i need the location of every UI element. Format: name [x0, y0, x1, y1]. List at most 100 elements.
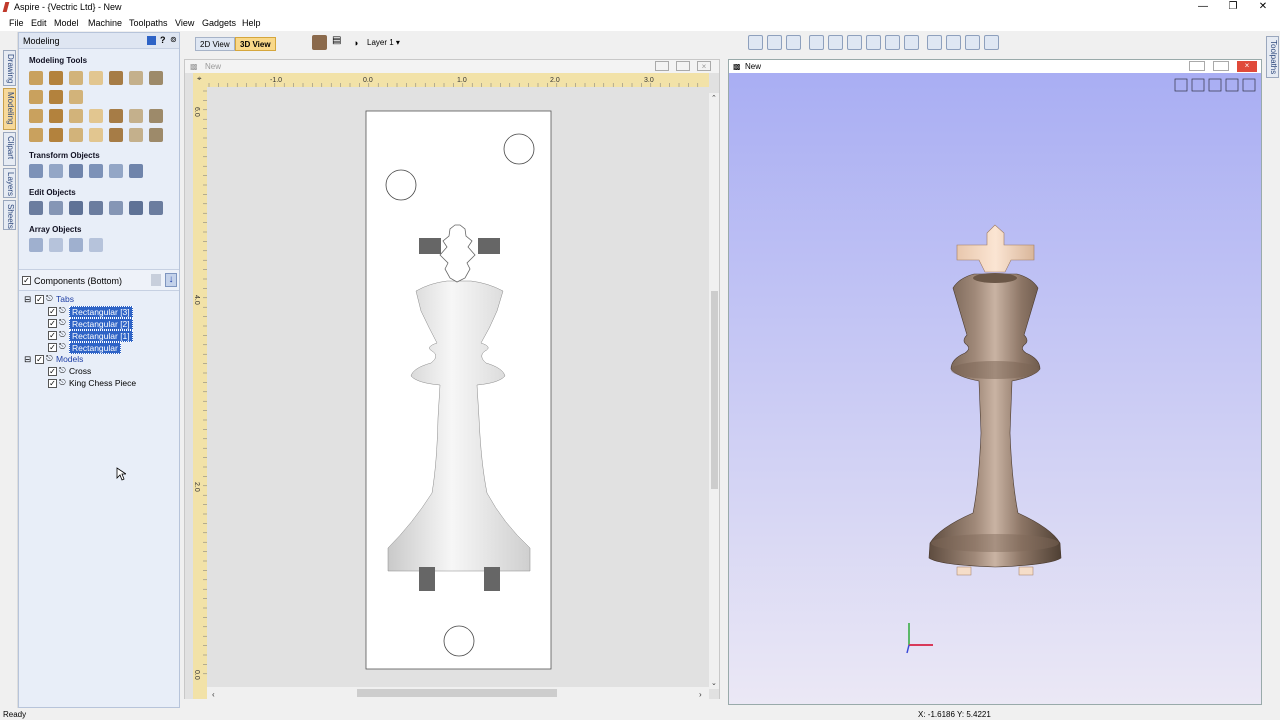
menu-edit[interactable]: Edit — [31, 18, 47, 28]
modeling-tools-tool-icon[interactable] — [29, 90, 43, 104]
move-down-icon[interactable]: ↓ — [165, 273, 177, 287]
modeling-tools-tool-icon[interactable] — [109, 109, 123, 123]
menu-file[interactable]: File — [9, 18, 24, 28]
view-tool-icon[interactable] — [885, 35, 900, 50]
view-tool-icon[interactable] — [748, 35, 763, 50]
item-checkbox[interactable]: ✓ — [48, 319, 57, 328]
2d-horizontal-scroll-thumb[interactable] — [357, 689, 557, 697]
scroll-left-icon[interactable]: ‹ — [212, 690, 215, 699]
menu-model[interactable]: Model — [54, 18, 79, 28]
modeling-tools-tool-icon[interactable] — [69, 128, 83, 142]
tab-rectangular-2[interactable] — [478, 238, 500, 254]
view-tool-icon[interactable] — [828, 35, 843, 50]
edit-tools-tool-icon[interactable] — [89, 201, 103, 215]
paint-roller-icon[interactable]: ▤ — [332, 35, 347, 50]
transform-tools-tool-icon[interactable] — [69, 164, 83, 178]
edit-tools-tool-icon[interactable] — [129, 201, 143, 215]
layer-selector[interactable]: Layer 1 ▾ — [367, 38, 400, 47]
tab-clipart[interactable]: Clipart — [3, 132, 16, 166]
scroll-down-icon[interactable]: ⌄ — [711, 680, 717, 687]
3d-close-icon[interactable]: × — [1237, 61, 1257, 72]
2d-close-icon[interactable]: × — [697, 61, 711, 71]
edit-tools-tool-icon[interactable] — [69, 201, 83, 215]
view-tool-icon[interactable] — [866, 35, 881, 50]
view-tool-icon[interactable] — [904, 35, 919, 50]
transform-tools-tool-icon[interactable] — [29, 164, 43, 178]
2d-restore-icon[interactable] — [676, 61, 690, 71]
edit-tools-tool-icon[interactable] — [29, 201, 43, 215]
modeling-tools-tool-icon[interactable] — [129, 71, 143, 85]
edit-tools-tool-icon[interactable] — [49, 201, 63, 215]
tab-rectangular-1[interactable] — [419, 567, 435, 591]
array-tools-tool-icon[interactable] — [29, 238, 43, 252]
view-tool-icon[interactable] — [809, 35, 824, 50]
modeling-tools-tool-icon[interactable] — [29, 109, 43, 123]
modeling-tools-tool-icon[interactable] — [89, 71, 103, 85]
item-checkbox[interactable]: ✓ — [48, 343, 57, 352]
tab-2d-view[interactable]: 2D View — [195, 37, 235, 51]
array-tools-tool-icon[interactable] — [89, 238, 103, 252]
scroll-up-icon[interactable]: ⌃ — [711, 95, 717, 102]
tab-toolpaths[interactable]: Toolpaths — [1266, 36, 1279, 78]
modeling-tools-tool-icon[interactable] — [69, 109, 83, 123]
view-tool-icon[interactable] — [847, 35, 862, 50]
modeling-tools-tool-icon[interactable] — [69, 90, 83, 104]
modeling-tools-tool-icon[interactable] — [49, 90, 63, 104]
tab-drawing[interactable]: Drawing — [3, 50, 16, 86]
menu-machine[interactable]: Machine — [88, 18, 122, 28]
view-tool-icon[interactable] — [767, 35, 782, 50]
array-tools-tool-icon[interactable] — [49, 238, 63, 252]
item-checkbox[interactable]: ✓ — [48, 307, 57, 316]
modeling-tools-tool-icon[interactable] — [29, 71, 43, 85]
pin-icon[interactable]: ⊚ — [170, 35, 177, 44]
group-checkbox[interactable]: ✓ — [35, 295, 44, 304]
transform-tools-tool-icon[interactable] — [49, 164, 63, 178]
2d-minimize-icon[interactable] — [655, 61, 669, 71]
modeling-tools-tool-icon[interactable] — [149, 71, 163, 85]
menu-help[interactable]: Help — [242, 18, 261, 28]
restore-icon[interactable]: ❐ — [1218, 0, 1248, 14]
expand-icon[interactable]: ⊟ — [24, 294, 31, 305]
item-checkbox[interactable]: ✓ — [48, 379, 57, 388]
minimize-icon[interactable]: — — [1188, 0, 1218, 14]
2d-canvas[interactable]: -1.0 0.0 1.0 2.0 3.0 6.0 4.0 2.0 0.0 ⌖ ⌃ ⌄ ‹ › — [185, 73, 719, 699]
2d-vertical-scroll-thumb[interactable] — [711, 291, 718, 489]
view-tool-icon[interactable] — [984, 35, 999, 50]
menu-view[interactable]: View — [175, 18, 194, 28]
transform-tools-tool-icon[interactable] — [89, 164, 103, 178]
tab-modeling[interactable]: Modeling — [3, 88, 16, 130]
tab-rectangular-3[interactable] — [419, 238, 441, 254]
modeling-tools-tool-icon[interactable] — [49, 71, 63, 85]
expand-icon[interactable]: ⊟ — [24, 354, 31, 365]
menu-toolpaths[interactable]: Toolpaths — [129, 18, 168, 28]
3d-restore-icon[interactable] — [1213, 61, 1229, 71]
component-menu-icon[interactable] — [151, 274, 161, 286]
tree-item[interactable]: ✓ ⎋ King Chess Piece — [19, 377, 179, 391]
close-icon[interactable]: ✕ — [1248, 0, 1278, 14]
menu-gadgets[interactable]: Gadgets — [202, 18, 236, 28]
scroll-right-icon[interactable]: › — [699, 690, 702, 699]
modeling-tools-tool-icon[interactable] — [129, 128, 143, 142]
modeling-tools-tool-icon[interactable] — [109, 128, 123, 142]
group-checkbox[interactable]: ✓ — [35, 355, 44, 364]
edit-tools-tool-icon[interactable] — [109, 201, 123, 215]
modeling-tools-tool-icon[interactable] — [69, 71, 83, 85]
tab-3d-view[interactable]: 3D View — [235, 37, 276, 51]
modeling-tools-tool-icon[interactable] — [89, 109, 103, 123]
item-checkbox[interactable]: ✓ — [48, 331, 57, 340]
modeling-tools-tool-icon[interactable] — [149, 128, 163, 142]
array-tools-tool-icon[interactable] — [69, 238, 83, 252]
modeling-tools-tool-icon[interactable] — [29, 128, 43, 142]
material-icon[interactable] — [312, 35, 327, 50]
components-checkbox[interactable]: ✓ — [22, 276, 31, 285]
view-tool-icon[interactable] — [786, 35, 801, 50]
modeling-tools-tool-icon[interactable] — [109, 71, 123, 85]
view-tool-icon[interactable] — [927, 35, 942, 50]
tab-rectangular[interactable] — [484, 567, 500, 591]
tab-sheets[interactable]: Sheets — [3, 200, 16, 230]
modeling-tools-tool-icon[interactable] — [49, 128, 63, 142]
help-icon[interactable]: ? — [160, 35, 166, 45]
modeling-tools-tool-icon[interactable] — [89, 128, 103, 142]
modeling-tools-tool-icon[interactable] — [149, 109, 163, 123]
3d-canvas[interactable] — [729, 73, 1261, 704]
